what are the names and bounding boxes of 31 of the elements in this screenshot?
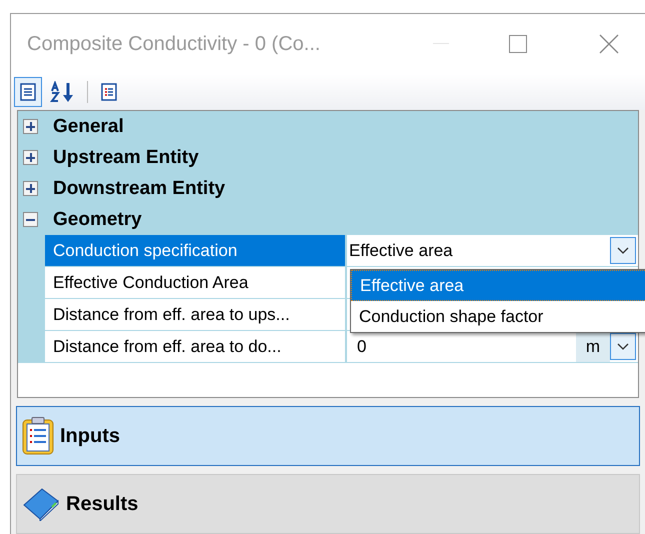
collapse-icon[interactable]	[23, 212, 38, 228]
close-icon[interactable]	[599, 34, 619, 54]
expand-icon[interactable]	[23, 150, 38, 166]
unit-dropdown-button[interactable]	[610, 333, 636, 360]
unit-label: m	[576, 331, 610, 362]
category-label[interactable]: Downstream Entity	[53, 174, 226, 203]
window-title: Composite Conductivity - 0 (Co...	[27, 32, 320, 57]
nav-pane-button[interactable]: Inputs	[16, 406, 640, 466]
book-icon	[22, 487, 60, 521]
caret-icon	[617, 247, 629, 254]
dropdown-option[interactable]: Effective area	[351, 270, 645, 301]
category-label[interactable]: Geometry	[53, 206, 142, 234]
caret-icon	[617, 343, 629, 350]
list-icon	[99, 82, 119, 102]
toolbar-button[interactable]	[14, 76, 42, 107]
property-label[interactable]: Distance from eff. area to ups...	[45, 299, 345, 330]
category-label[interactable]: General	[53, 112, 124, 141]
dropdown-button[interactable]	[610, 237, 636, 264]
property-label[interactable]: Conduction specification	[45, 235, 345, 266]
property-label[interactable]: Distance from eff. area to do...	[45, 331, 345, 362]
category-label[interactable]: Upstream Entity	[53, 144, 199, 172]
categorized-view-icon	[18, 82, 38, 102]
clipboard-icon	[22, 417, 54, 455]
expand-icon[interactable]	[23, 181, 38, 196]
property-value[interactable]: 0	[347, 334, 576, 360]
property-label[interactable]: Effective Conduction Area	[45, 267, 345, 298]
expand-icon[interactable]	[23, 119, 38, 134]
nav-pane-button[interactable]: Results	[16, 474, 640, 534]
sort-alphabetical-icon	[50, 80, 76, 103]
dropdown-option[interactable]: Conduction shape factor	[351, 301, 645, 332]
maximize-icon[interactable]	[509, 34, 527, 53]
